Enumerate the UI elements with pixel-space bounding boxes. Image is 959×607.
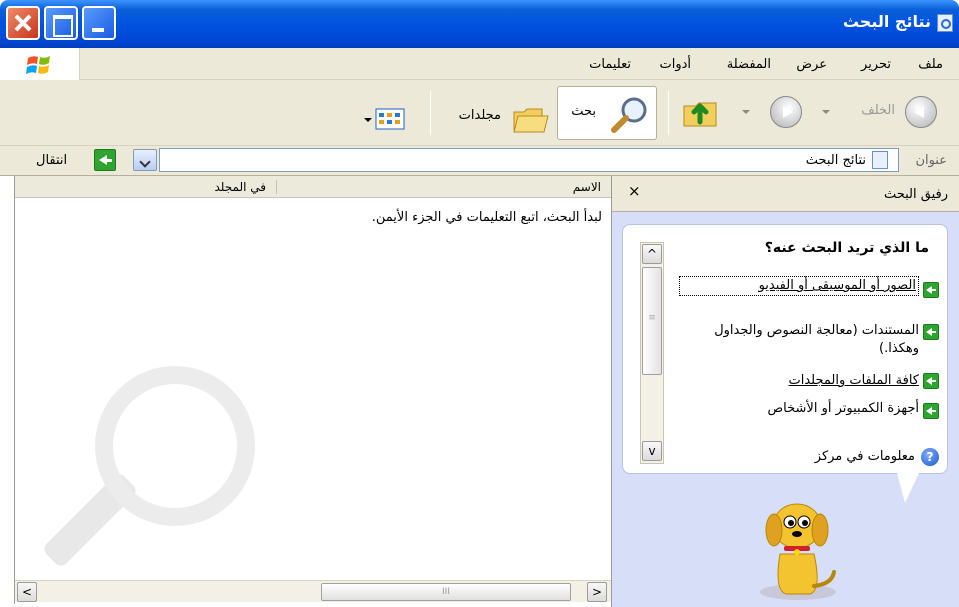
- option-computers[interactable]: أجهزة الكمبيوتر أو الأشخاص: [679, 400, 919, 418]
- folders-icon[interactable]: [512, 104, 550, 134]
- option-help-center-link[interactable]: معلومات في مركز: [815, 449, 915, 464]
- companion-vertical-scrollbar[interactable]: ^ ≡ v: [640, 242, 664, 464]
- column-header-folder[interactable]: في المجلد: [15, 176, 287, 198]
- column-name-label: الاسم: [572, 180, 601, 194]
- minimize-button[interactable]: [82, 6, 116, 40]
- option-computers-link[interactable]: أجهزة الكمبيوتر أو الأشخاص: [767, 401, 919, 416]
- option-arrow-icon[interactable]: [923, 403, 939, 419]
- option-help-center[interactable]: معلومات في مركز: [675, 448, 915, 466]
- toolbar-separator: [430, 91, 431, 135]
- vertical-scroll-thumb[interactable]: ≡: [642, 267, 662, 375]
- option-all-files[interactable]: كافة الملفات والمجلدات: [679, 372, 919, 390]
- folders-button-label[interactable]: مجلدات: [459, 108, 501, 123]
- menu-tools[interactable]: أدوات: [659, 57, 691, 72]
- go-button-label[interactable]: انتقال: [36, 153, 67, 168]
- column-header-name[interactable]: الاسم: [287, 176, 611, 198]
- results-pane: الاسم في المجلد لبدأ البحث، اتبع التعليم…: [14, 176, 611, 604]
- option-documents[interactable]: المستندات (معالجة النصوص والجداول وهكذا.…: [679, 322, 919, 358]
- address-value: نتائج البحث: [805, 153, 866, 168]
- back-button-label[interactable]: الخلف: [861, 103, 895, 118]
- back-dropdown-icon[interactable]: [822, 110, 830, 114]
- companion-title: رفيق البحث: [883, 187, 948, 202]
- menu-help[interactable]: تعليمات: [589, 57, 631, 72]
- results-instruction: لبدأ البحث، اتبع التعليمات في الجزء الأي…: [371, 210, 602, 225]
- toolbar: الخلف مجلدات: [0, 80, 959, 146]
- go-arrow-icon[interactable]: [94, 149, 116, 171]
- forward-arrow-icon[interactable]: [770, 96, 802, 128]
- option-arrow-icon[interactable]: [923, 324, 939, 340]
- search-companion-pane: رفيق البحث × ما الذي تريد البحث عنه؟ الص…: [611, 176, 959, 607]
- title-bar: نتائج البحث: [0, 0, 959, 48]
- menu-favorites[interactable]: المفضلة: [727, 57, 771, 72]
- option-media[interactable]: الصور أو الموسيقى أو الفيديو: [679, 276, 919, 296]
- forward-dropdown-icon[interactable]: [742, 110, 750, 114]
- companion-header: رفيق البحث ×: [612, 176, 959, 212]
- search-dog-icon[interactable]: [752, 494, 842, 604]
- address-dropdown-button[interactable]: [133, 149, 157, 171]
- bubble-tail: [897, 473, 919, 503]
- horizontal-scroll-thumb[interactable]: III: [321, 583, 571, 601]
- window-title: نتائج البحث: [842, 12, 931, 31]
- menu-edit[interactable]: تحرير: [861, 57, 891, 72]
- magnifier-icon: [611, 97, 647, 133]
- search-button[interactable]: بحث: [557, 86, 657, 140]
- views-icon[interactable]: [375, 108, 405, 130]
- menu-bar: ملف تحرير عرض المفضلة أدوات تعليمات: [0, 48, 959, 80]
- scroll-down-button[interactable]: v: [642, 441, 662, 461]
- option-arrow-icon[interactable]: [923, 373, 939, 389]
- companion-close-icon[interactable]: ×: [628, 182, 641, 200]
- scroll-left-button[interactable]: <: [17, 582, 37, 602]
- column-folder-label: في المجلد: [214, 180, 277, 194]
- address-input[interactable]: نتائج البحث: [159, 148, 899, 172]
- option-arrow-icon[interactable]: [923, 282, 939, 298]
- scroll-right-button[interactable]: >: [587, 582, 607, 602]
- close-button[interactable]: [6, 6, 40, 40]
- address-label: عنوان: [915, 153, 947, 168]
- magnifier-watermark-lens: [95, 366, 255, 526]
- menu-file[interactable]: ملف: [918, 57, 943, 72]
- option-all-files-link[interactable]: كافة الملفات والمجلدات: [788, 373, 919, 388]
- search-results-icon: [872, 151, 888, 169]
- scroll-up-button[interactable]: ^: [642, 244, 662, 264]
- views-dropdown-icon[interactable]: [364, 118, 372, 122]
- maximize-button[interactable]: [44, 6, 78, 40]
- horizontal-scrollbar[interactable]: < III >: [15, 580, 611, 602]
- option-documents-link[interactable]: المستندات (معالجة النصوص والجداول وهكذا.…: [714, 323, 919, 356]
- search-button-label: بحث: [571, 104, 596, 119]
- search-results-icon: [937, 14, 953, 32]
- windows-logo-icon: [26, 56, 50, 74]
- up-folder-icon[interactable]: [682, 94, 720, 130]
- menu-view[interactable]: عرض: [796, 57, 827, 72]
- help-icon: ?: [921, 448, 939, 466]
- option-media-link[interactable]: الصور أو الموسيقى أو الفيديو: [759, 278, 916, 293]
- companion-question: ما الذي تريد البحث عنه؟: [764, 240, 929, 256]
- toolbar-separator: [668, 91, 669, 135]
- back-arrow-icon[interactable]: [905, 96, 937, 128]
